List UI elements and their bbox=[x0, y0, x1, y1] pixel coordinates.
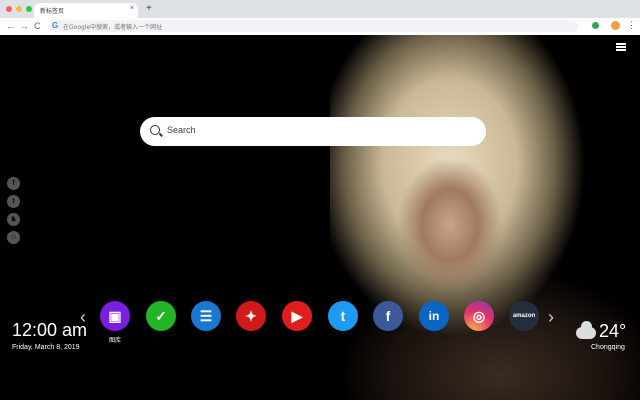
address-bar: ← → C G 在Google中搜索，或者输入一个网址 ⋮ bbox=[0, 18, 640, 36]
weather-temperature: 24° bbox=[599, 321, 627, 341]
extension-icon[interactable] bbox=[592, 22, 599, 29]
app-facebook-icon[interactable]: f bbox=[373, 301, 403, 331]
forward-icon[interactable]: → bbox=[20, 21, 29, 31]
profile-avatar[interactable] bbox=[611, 21, 620, 30]
app-twitter-icon[interactable]: t bbox=[328, 301, 358, 331]
search-icon bbox=[150, 125, 160, 135]
tab-strip: 新标签页 × + bbox=[0, 0, 640, 18]
clock-time: 12:00 am bbox=[12, 320, 88, 340]
back-icon[interactable]: ← bbox=[6, 21, 15, 31]
new-tab-page: f t ♞ ☺ ‹ › ▣ ✓ ☰ ✦ ▶ t f in ◎ amazon 图库… bbox=[0, 35, 640, 400]
app-youtube-icon[interactable]: ▶ bbox=[282, 301, 312, 331]
app-gallery-label: 图库 bbox=[108, 337, 121, 344]
browser-menu-icon[interactable]: ⋮ bbox=[627, 20, 636, 31]
app-linkedin-icon[interactable]: in bbox=[419, 301, 449, 331]
facebook-share-icon[interactable]: f bbox=[7, 177, 20, 190]
app-notes-icon[interactable]: ☰ bbox=[191, 301, 221, 331]
omnibox[interactable]: G 在Google中搜索，或者输入一个网址 bbox=[48, 20, 578, 32]
app-gallery-icon[interactable]: ▣ bbox=[100, 301, 130, 331]
close-window-button[interactable] bbox=[6, 6, 12, 12]
wechat-share-icon[interactable]: ☺ bbox=[7, 231, 20, 244]
qq-share-icon[interactable]: ♞ bbox=[7, 213, 20, 226]
clock-date: Friday, March 8, 2019 bbox=[12, 344, 80, 351]
maximize-window-button[interactable] bbox=[26, 6, 32, 12]
app-amazon-icon[interactable]: amazon bbox=[509, 301, 539, 331]
window-controls bbox=[6, 6, 32, 12]
new-tab-button[interactable]: + bbox=[146, 3, 152, 14]
app-tasks-icon[interactable]: ✓ bbox=[146, 301, 176, 331]
google-icon: G bbox=[52, 21, 59, 30]
search-box[interactable] bbox=[140, 117, 486, 146]
twitter-share-icon[interactable]: t bbox=[7, 195, 20, 208]
next-apps-icon[interactable]: › bbox=[548, 307, 554, 328]
hamburger-menu-icon[interactable] bbox=[616, 43, 626, 51]
app-game-icon[interactable]: ✦ bbox=[236, 301, 266, 331]
tab-title: 新标签页 bbox=[40, 8, 65, 15]
tab-close-icon[interactable]: × bbox=[130, 5, 134, 12]
search-input[interactable] bbox=[165, 124, 469, 136]
cloudy-icon bbox=[576, 321, 596, 339]
tab-new-tab[interactable]: 新标签页 × bbox=[34, 3, 138, 18]
minimize-window-button[interactable] bbox=[16, 6, 22, 12]
app-instagram-icon[interactable]: ◎ bbox=[464, 301, 494, 331]
omnibox-placeholder: 在Google中搜索，或者输入一个网址 bbox=[63, 24, 163, 31]
reload-icon[interactable]: C bbox=[34, 21, 41, 31]
weather-city: Chongqing bbox=[591, 344, 625, 351]
